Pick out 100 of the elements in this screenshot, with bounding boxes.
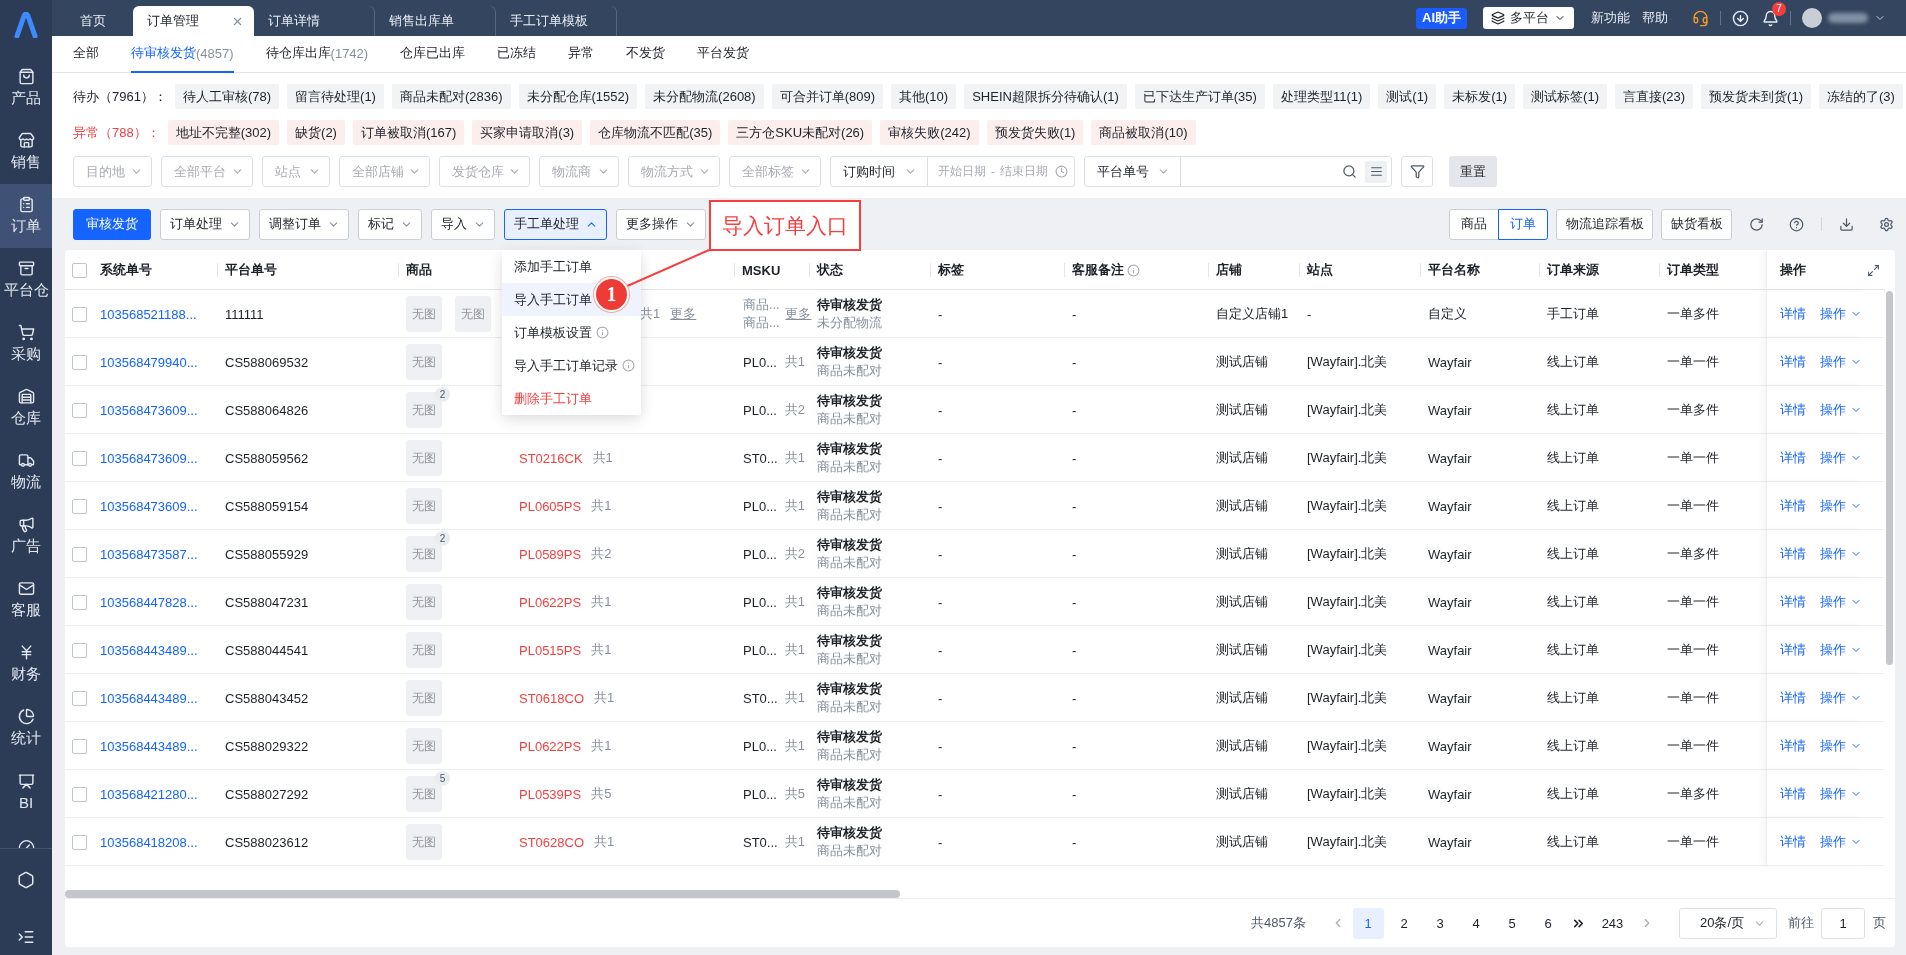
page-tab[interactable]: 订单详情 xyxy=(254,6,375,36)
status-tab[interactable]: 待仓库出库(1742) xyxy=(265,35,369,73)
filter-tag[interactable]: 预发货失败(1) xyxy=(986,120,1084,145)
status-tab[interactable]: 不发货 xyxy=(626,35,666,73)
avatar[interactable] xyxy=(1802,8,1822,28)
page-number[interactable]: 4 xyxy=(1460,907,1492,939)
action-dropdown[interactable]: 操作 xyxy=(1820,497,1862,515)
detail-link[interactable]: 详情 xyxy=(1780,497,1806,515)
filter-tag[interactable]: 订单被取消(167) xyxy=(352,120,465,145)
filter-tag[interactable]: 三方仓SKU未配对(26) xyxy=(728,120,873,145)
detail-link[interactable]: 详情 xyxy=(1780,353,1806,371)
page-number[interactable]: 3 xyxy=(1424,907,1456,939)
filter-tag[interactable]: 预发货未到货(1) xyxy=(1701,84,1811,109)
checkbox[interactable] xyxy=(72,306,87,322)
detail-link[interactable]: 详情 xyxy=(1780,833,1806,851)
nav-item[interactable]: 广告 xyxy=(0,504,52,568)
checkbox[interactable] xyxy=(72,402,87,418)
ai-assistant-button[interactable]: AI助手 xyxy=(1416,7,1467,29)
page-number[interactable]: 1 xyxy=(1352,907,1384,939)
action-dropdown[interactable]: 操作 xyxy=(1820,641,1862,659)
menu-item[interactable]: 删除手工订单 xyxy=(502,382,641,415)
order-number-link[interactable]: 103568473609... xyxy=(100,450,198,466)
detail-link[interactable]: 详情 xyxy=(1780,449,1806,467)
filter-tag[interactable]: 买家申请取消(3) xyxy=(472,120,583,145)
checkbox[interactable] xyxy=(72,642,87,658)
filter-tag[interactable]: 测试(1) xyxy=(1378,84,1437,109)
order-number-link[interactable]: 103568443489... xyxy=(100,738,198,754)
filter-button[interactable] xyxy=(1401,156,1433,187)
filter-tag[interactable]: 其他(10) xyxy=(891,84,957,109)
menu-item[interactable]: 添加手工订单 xyxy=(502,250,641,283)
page-tab[interactable]: 首页 xyxy=(52,6,133,36)
status-tab[interactable]: 已冻结 xyxy=(497,35,537,73)
detail-link[interactable]: 详情 xyxy=(1780,593,1806,611)
filter-tag[interactable]: 测试标签(1) xyxy=(1523,84,1607,109)
action-dropdown[interactable]: 操作 xyxy=(1820,401,1862,419)
filter-tag[interactable]: 商品未配对(2836) xyxy=(391,84,511,109)
approve-ship-button[interactable]: 审核发货 xyxy=(73,208,151,240)
dropdown-button[interactable]: 更多操作 xyxy=(616,208,706,240)
action-dropdown[interactable]: 操作 xyxy=(1820,689,1862,707)
filter-tag[interactable]: 审核失败(242) xyxy=(880,120,979,145)
dropdown-button[interactable]: 手工单处理 xyxy=(504,208,607,240)
platform-select[interactable]: 多平台 xyxy=(1483,7,1574,29)
page-size-select[interactable]: 20条/页 xyxy=(1679,907,1777,939)
filter-tag[interactable]: 留言待处理(1) xyxy=(287,84,384,109)
nav-item[interactable]: 物流 xyxy=(0,440,52,504)
order-number-link[interactable]: 103568521188... xyxy=(100,306,197,322)
filter-tag[interactable]: 地址不完整(302) xyxy=(167,120,280,145)
action-dropdown[interactable]: 操作 xyxy=(1820,833,1862,851)
filter-tag[interactable]: 冻结的了(3) xyxy=(1819,84,1903,109)
checkbox[interactable] xyxy=(72,354,87,370)
detail-link[interactable]: 详情 xyxy=(1780,401,1806,419)
nav-item[interactable]: 仓库 xyxy=(0,376,52,440)
board-button[interactable]: 物流追踪看板 xyxy=(1556,208,1653,240)
action-dropdown[interactable]: 操作 xyxy=(1820,593,1862,611)
detail-link[interactable]: 详情 xyxy=(1780,305,1806,323)
page-tab[interactable]: 手工订单模板 xyxy=(496,6,617,36)
status-tab[interactable]: 仓库已出库 xyxy=(400,35,466,73)
order-number-link[interactable]: 103568421280... xyxy=(100,786,198,802)
action-dropdown[interactable]: 操作 xyxy=(1820,449,1862,467)
detail-link[interactable]: 详情 xyxy=(1780,545,1806,563)
dropdown-button[interactable]: 订单处理 xyxy=(160,208,250,240)
status-tab[interactable]: 平台发货 xyxy=(697,35,750,73)
menu-item[interactable]: 订单模板设置 xyxy=(502,316,641,349)
reset-button[interactable]: 重置 xyxy=(1449,156,1497,187)
horizontal-scrollbar[interactable] xyxy=(65,889,900,898)
header-link[interactable]: 帮助 xyxy=(1642,9,1668,27)
page-tab[interactable]: 订单管理 xyxy=(133,6,254,36)
filter-tag[interactable]: 可合并订单(809) xyxy=(771,84,884,109)
order-number-link[interactable]: 103568473609... xyxy=(100,402,198,418)
order-number-link[interactable]: 103568443489... xyxy=(100,690,198,706)
checkbox[interactable] xyxy=(72,546,87,562)
dropdown-button[interactable]: 标记 xyxy=(358,208,422,240)
page-number[interactable]: 5 xyxy=(1496,907,1528,939)
menu-item[interactable]: 导入手工订单记录 xyxy=(502,349,641,382)
detail-link[interactable]: 详情 xyxy=(1780,641,1806,659)
action-dropdown[interactable]: 操作 xyxy=(1820,737,1862,755)
nav-item[interactable]: 统计 xyxy=(0,696,52,760)
filter-tag[interactable]: 言直接(23) xyxy=(1614,84,1694,109)
page-number[interactable]: 2 xyxy=(1388,907,1420,939)
page-tab[interactable]: 销售出库单 xyxy=(375,6,496,36)
checkbox[interactable] xyxy=(72,498,87,514)
detail-link[interactable]: 详情 xyxy=(1780,689,1806,707)
filter-tag[interactable]: 仓库物流不匹配(35) xyxy=(590,120,721,145)
checkbox[interactable] xyxy=(72,834,87,850)
nav-item[interactable]: 订单 xyxy=(0,184,52,248)
nav-item[interactable]: 客服 xyxy=(0,568,52,632)
filter-tag[interactable]: SHEIN超限拆分待确认(1) xyxy=(964,84,1127,109)
order-number-link[interactable]: 103568443489... xyxy=(100,642,198,658)
filter-tag[interactable]: 待人工审核(78) xyxy=(174,84,280,109)
dropdown-button[interactable]: 导入 xyxy=(431,208,495,240)
nav-item[interactable]: BI xyxy=(0,760,52,824)
checkbox[interactable] xyxy=(72,262,87,278)
page-number[interactable]: 243 xyxy=(1592,907,1633,939)
status-tab[interactable]: 全部 xyxy=(73,35,99,73)
action-dropdown[interactable]: 操作 xyxy=(1820,353,1862,371)
filter-tag[interactable]: 缺货(2) xyxy=(287,120,345,145)
vertical-scrollbar[interactable] xyxy=(1886,291,1893,665)
filter-tag[interactable]: 未分配仓库(1552) xyxy=(518,84,638,109)
order-number-link[interactable]: 103568473609... xyxy=(100,498,198,514)
action-dropdown[interactable]: 操作 xyxy=(1820,785,1862,803)
